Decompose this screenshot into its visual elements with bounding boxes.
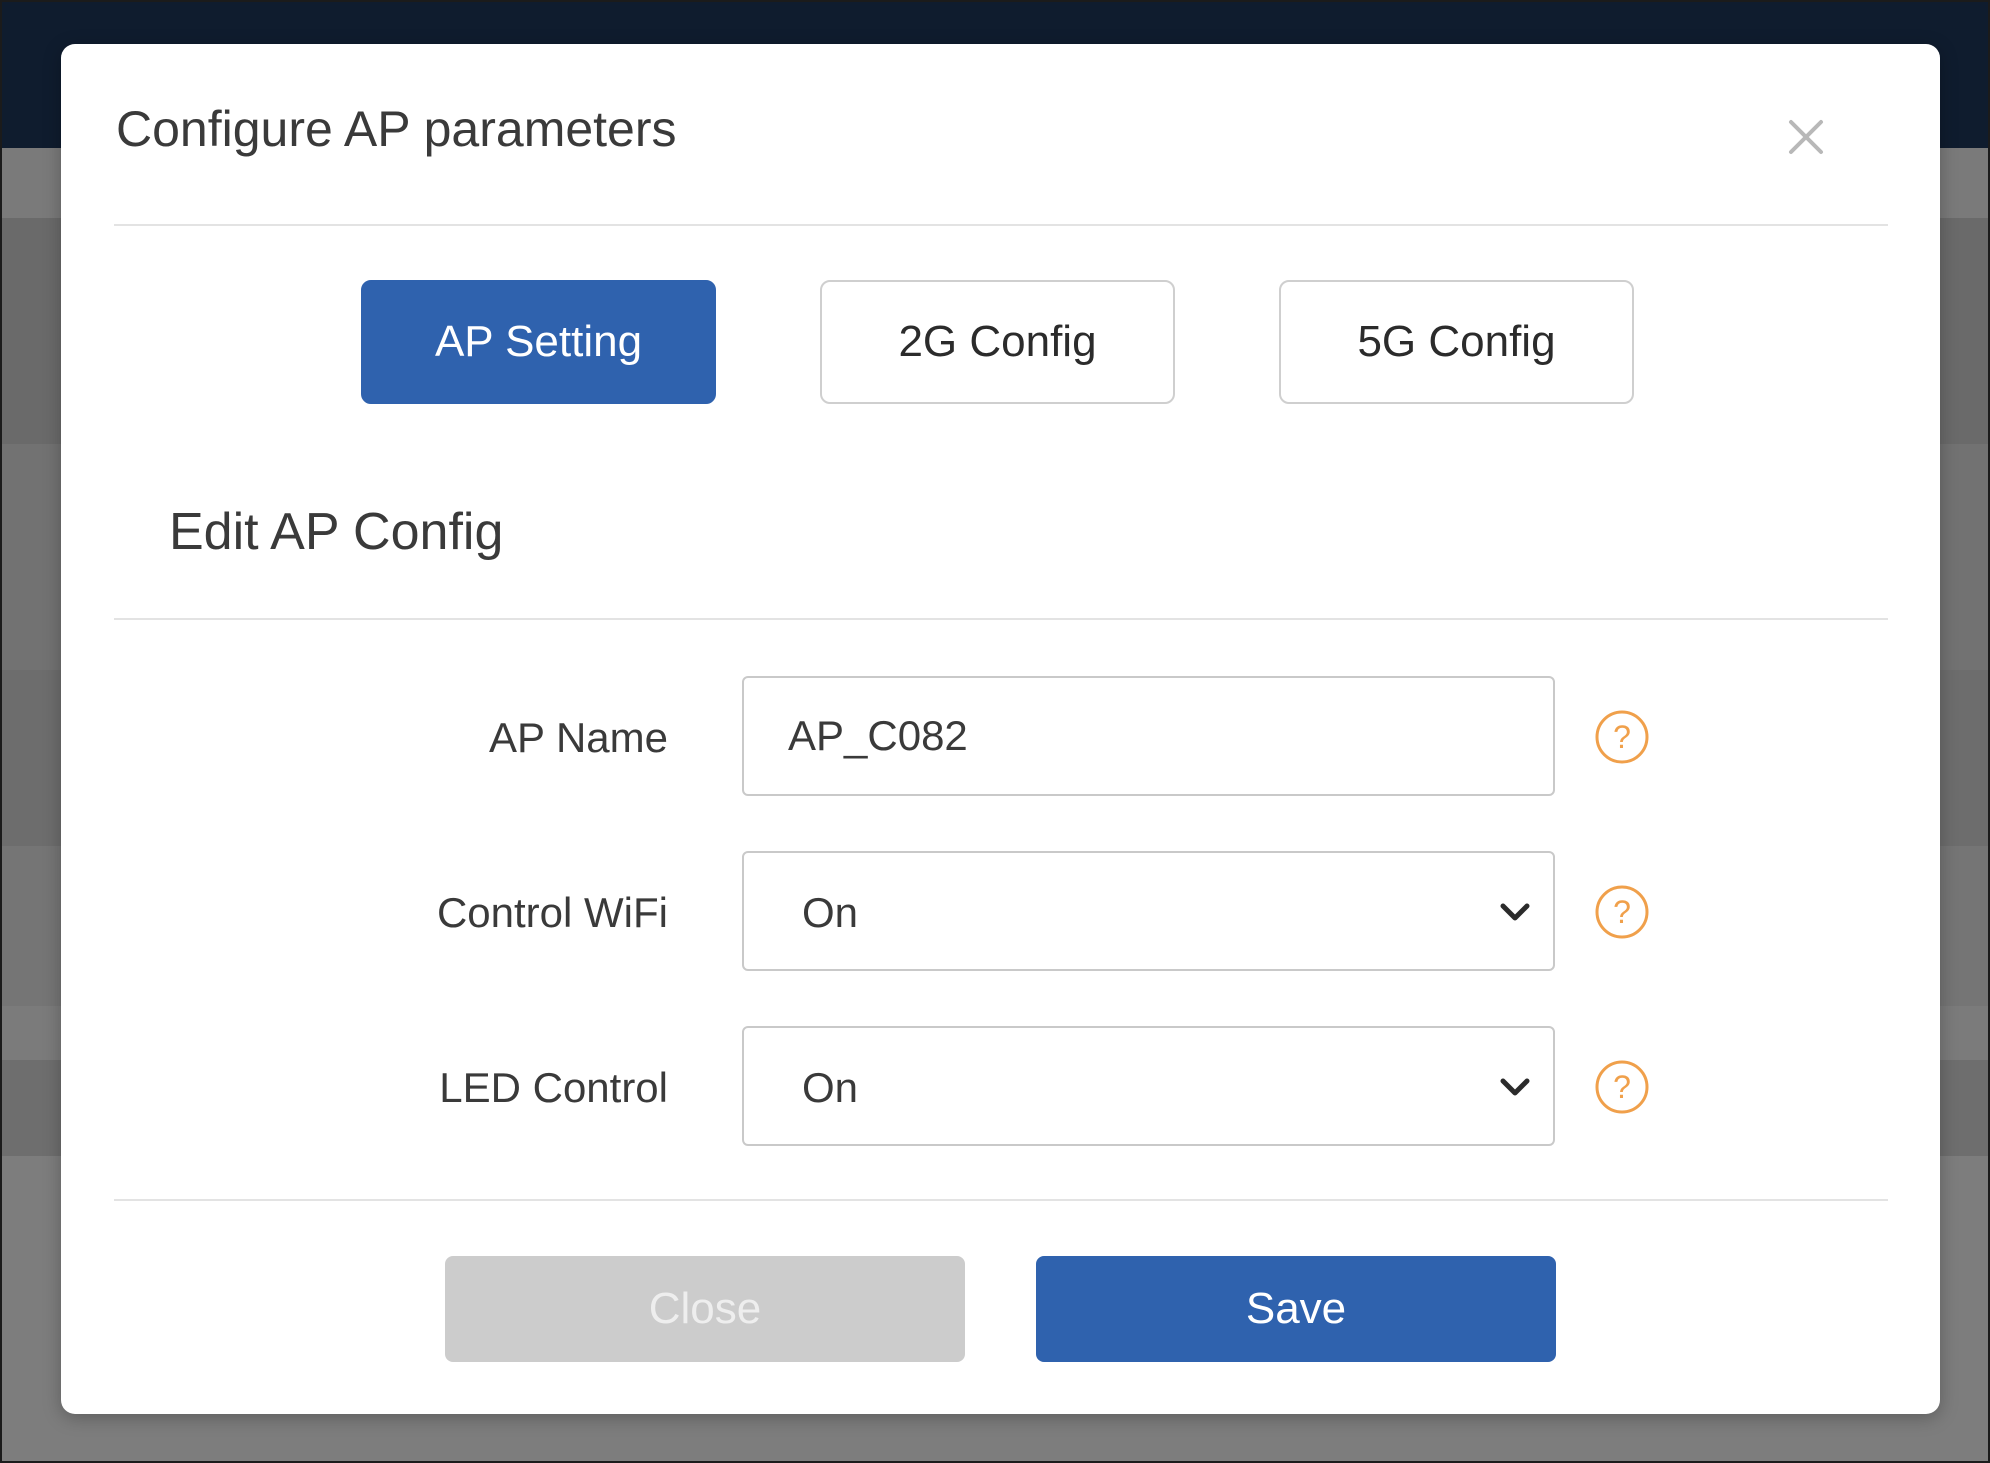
svg-text:?: ?: [1613, 1069, 1631, 1105]
led-control-value: On: [802, 1064, 859, 1111]
help-icon[interactable]: ?: [1593, 1058, 1651, 1116]
close-button[interactable]: Close: [445, 1256, 965, 1362]
divider: [114, 1199, 1888, 1201]
dialog-title: Configure AP parameters: [116, 101, 677, 157]
configure-ap-dialog: Configure AP parameters AP Setting 2G Co…: [61, 44, 1940, 1414]
help-icon[interactable]: ?: [1593, 708, 1651, 766]
led-control-label: LED Control: [439, 1064, 668, 1111]
led-control-select[interactable]: On: [742, 1026, 1555, 1146]
chevron-down-icon: [1497, 897, 1533, 927]
control-wifi-select[interactable]: On: [742, 851, 1555, 971]
chevron-down-icon: [1497, 1072, 1533, 1102]
svg-text:?: ?: [1613, 719, 1631, 755]
tab-5g-config[interactable]: 5G Config: [1279, 280, 1634, 404]
control-wifi-label: Control WiFi: [436, 889, 668, 936]
close-icon[interactable]: [1781, 112, 1831, 162]
ap-name-field: [742, 676, 1555, 796]
tab-2g-config[interactable]: 2G Config: [820, 280, 1175, 404]
svg-text:?: ?: [1613, 894, 1631, 930]
section-title: Edit AP Config: [169, 503, 504, 561]
ap-name-label: AP Name: [489, 714, 668, 761]
ap-name-input[interactable]: [744, 678, 1553, 794]
help-icon[interactable]: ?: [1593, 883, 1651, 941]
tab-ap-setting[interactable]: AP Setting: [361, 280, 716, 404]
save-button[interactable]: Save: [1036, 1256, 1556, 1362]
divider: [114, 618, 1888, 620]
control-wifi-value: On: [802, 889, 859, 936]
